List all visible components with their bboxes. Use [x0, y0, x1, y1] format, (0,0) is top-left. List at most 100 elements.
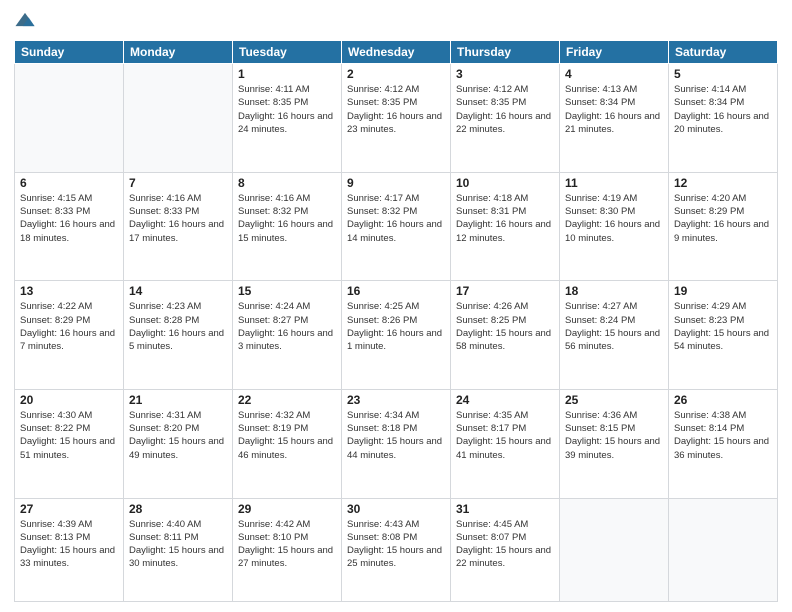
week-row-1: 1Sunrise: 4:11 AMSunset: 8:35 PMDaylight… [15, 64, 778, 173]
day-info: Sunrise: 4:16 AMSunset: 8:32 PMDaylight:… [238, 192, 336, 245]
calendar-cell: 3 Sunrise: 4:12 AMSunset: 8:35 PMDaylight… [451, 64, 560, 173]
day-info: Sunrise: 4:39 AMSunset: 8:13 PMDaylight:… [20, 518, 118, 571]
weekday-header-tuesday: Tuesday [233, 41, 342, 64]
calendar-cell [560, 498, 669, 602]
day-info: Sunrise: 4:23 AMSunset: 8:28 PMDaylight:… [129, 300, 227, 353]
day-info: Sunrise: 4:31 AMSunset: 8:20 PMDaylight:… [129, 409, 227, 462]
calendar-cell: 22 Sunrise: 4:32 AMSunset: 8:19 PMDayligh… [233, 389, 342, 498]
day-number: 4 [565, 67, 663, 81]
calendar-cell: 4 Sunrise: 4:13 AMSunset: 8:34 PMDaylight… [560, 64, 669, 173]
calendar-cell: 29 Sunrise: 4:42 AMSunset: 8:10 PMDayligh… [233, 498, 342, 602]
calendar-cell: 24 Sunrise: 4:35 AMSunset: 8:17 PMDayligh… [451, 389, 560, 498]
day-number: 5 [674, 67, 772, 81]
day-number: 23 [347, 393, 445, 407]
weekday-header-friday: Friday [560, 41, 669, 64]
day-number: 12 [674, 176, 772, 190]
logo [14, 10, 40, 32]
calendar-cell: 8 Sunrise: 4:16 AMSunset: 8:32 PMDaylight… [233, 172, 342, 281]
calendar-cell [669, 498, 778, 602]
day-number: 3 [456, 67, 554, 81]
calendar-cell: 5 Sunrise: 4:14 AMSunset: 8:34 PMDaylight… [669, 64, 778, 173]
day-info: Sunrise: 4:42 AMSunset: 8:10 PMDaylight:… [238, 518, 336, 571]
calendar-cell: 9Sunrise: 4:17 AMSunset: 8:32 PMDaylight… [342, 172, 451, 281]
page: SundayMondayTuesdayWednesdayThursdayFrid… [0, 0, 792, 612]
calendar-cell: 6 Sunrise: 4:15 AMSunset: 8:33 PMDaylight… [15, 172, 124, 281]
calendar-cell [15, 64, 124, 173]
day-number: 2 [347, 67, 445, 81]
calendar-cell: 11 Sunrise: 4:19 AMSunset: 8:30 PMDayligh… [560, 172, 669, 281]
calendar-cell: 25 Sunrise: 4:36 AMSunset: 8:15 PMDayligh… [560, 389, 669, 498]
day-number: 22 [238, 393, 336, 407]
day-info: Sunrise: 4:13 AMSunset: 8:34 PMDaylight:… [565, 83, 663, 136]
day-info: Sunrise: 4:43 AMSunset: 8:08 PMDaylight:… [347, 518, 445, 571]
calendar-cell: 17 Sunrise: 4:26 AMSunset: 8:25 PMDayligh… [451, 281, 560, 390]
weekday-header-monday: Monday [124, 41, 233, 64]
day-number: 29 [238, 502, 336, 516]
weekday-header-wednesday: Wednesday [342, 41, 451, 64]
day-info: Sunrise: 4:36 AMSunset: 8:15 PMDaylight:… [565, 409, 663, 462]
day-number: 30 [347, 502, 445, 516]
day-number: 20 [20, 393, 118, 407]
calendar-table: SundayMondayTuesdayWednesdayThursdayFrid… [14, 40, 778, 602]
calendar-cell: 14 Sunrise: 4:23 AMSunset: 8:28 PMDayligh… [124, 281, 233, 390]
day-info: Sunrise: 4:25 AMSunset: 8:26 PMDaylight:… [347, 300, 445, 353]
weekday-header-sunday: Sunday [15, 41, 124, 64]
day-info: Sunrise: 4:12 AMSunset: 8:35 PMDaylight:… [347, 83, 445, 136]
day-number: 17 [456, 284, 554, 298]
day-info: Sunrise: 4:26 AMSunset: 8:25 PMDaylight:… [456, 300, 554, 353]
day-info: Sunrise: 4:38 AMSunset: 8:14 PMDaylight:… [674, 409, 772, 462]
header [14, 10, 778, 32]
day-number: 15 [238, 284, 336, 298]
logo-icon [14, 10, 36, 32]
calendar-cell: 16 Sunrise: 4:25 AMSunset: 8:26 PMDayligh… [342, 281, 451, 390]
day-info: Sunrise: 4:12 AMSunset: 8:35 PMDaylight:… [456, 83, 554, 136]
calendar-cell: 15 Sunrise: 4:24 AMSunset: 8:27 PMDayligh… [233, 281, 342, 390]
day-info: Sunrise: 4:34 AMSunset: 8:18 PMDaylight:… [347, 409, 445, 462]
day-number: 31 [456, 502, 554, 516]
week-row-3: 13Sunrise: 4:22 AMSunset: 8:29 PMDayligh… [15, 281, 778, 390]
day-number: 6 [20, 176, 118, 190]
calendar-cell: 2 Sunrise: 4:12 AMSunset: 8:35 PMDaylight… [342, 64, 451, 173]
day-info: Sunrise: 4:20 AMSunset: 8:29 PMDaylight:… [674, 192, 772, 245]
day-number: 24 [456, 393, 554, 407]
day-info: Sunrise: 4:30 AMSunset: 8:22 PMDaylight:… [20, 409, 118, 462]
calendar-cell: 23 Sunrise: 4:34 AMSunset: 8:18 PMDayligh… [342, 389, 451, 498]
calendar-cell: 27 Sunrise: 4:39 AMSunset: 8:13 PMDayligh… [15, 498, 124, 602]
day-info: Sunrise: 4:40 AMSunset: 8:11 PMDaylight:… [129, 518, 227, 571]
calendar-cell: 20 Sunrise: 4:30 AMSunset: 8:22 PMDayligh… [15, 389, 124, 498]
day-number: 25 [565, 393, 663, 407]
day-info: Sunrise: 4:19 AMSunset: 8:30 PMDaylight:… [565, 192, 663, 245]
calendar-cell: 21 Sunrise: 4:31 AMSunset: 8:20 PMDayligh… [124, 389, 233, 498]
day-info: Sunrise: 4:15 AMSunset: 8:33 PMDaylight:… [20, 192, 118, 245]
day-number: 26 [674, 393, 772, 407]
day-number: 13 [20, 284, 118, 298]
weekday-header-saturday: Saturday [669, 41, 778, 64]
day-number: 10 [456, 176, 554, 190]
week-row-2: 6 Sunrise: 4:15 AMSunset: 8:33 PMDaylight… [15, 172, 778, 281]
day-number: 27 [20, 502, 118, 516]
week-row-4: 20 Sunrise: 4:30 AMSunset: 8:22 PMDayligh… [15, 389, 778, 498]
day-number: 19 [674, 284, 772, 298]
calendar-cell: 10 Sunrise: 4:18 AMSunset: 8:31 PMDayligh… [451, 172, 560, 281]
day-info: Sunrise: 4:18 AMSunset: 8:31 PMDaylight:… [456, 192, 554, 245]
day-number: 16 [347, 284, 445, 298]
calendar-cell: 13Sunrise: 4:22 AMSunset: 8:29 PMDayligh… [15, 281, 124, 390]
calendar-cell: 26 Sunrise: 4:38 AMSunset: 8:14 PMDayligh… [669, 389, 778, 498]
calendar-cell: 12 Sunrise: 4:20 AMSunset: 8:29 PMDayligh… [669, 172, 778, 281]
day-info: Sunrise: 4:45 AMSunset: 8:07 PMDaylight:… [456, 518, 554, 571]
day-number: 14 [129, 284, 227, 298]
day-info: Sunrise: 4:17 AMSunset: 8:32 PMDaylight:… [347, 192, 445, 245]
day-info: Sunrise: 4:27 AMSunset: 8:24 PMDaylight:… [565, 300, 663, 353]
calendar-cell: 31 Sunrise: 4:45 AMSunset: 8:07 PMDayligh… [451, 498, 560, 602]
day-number: 11 [565, 176, 663, 190]
week-row-5: 27 Sunrise: 4:39 AMSunset: 8:13 PMDayligh… [15, 498, 778, 602]
calendar-cell: 28Sunrise: 4:40 AMSunset: 8:11 PMDayligh… [124, 498, 233, 602]
day-number: 18 [565, 284, 663, 298]
day-number: 21 [129, 393, 227, 407]
day-info: Sunrise: 4:32 AMSunset: 8:19 PMDaylight:… [238, 409, 336, 462]
day-info: Sunrise: 4:24 AMSunset: 8:27 PMDaylight:… [238, 300, 336, 353]
calendar-cell: 18 Sunrise: 4:27 AMSunset: 8:24 PMDayligh… [560, 281, 669, 390]
day-number: 8 [238, 176, 336, 190]
day-info: Sunrise: 4:14 AMSunset: 8:34 PMDaylight:… [674, 83, 772, 136]
day-info: Sunrise: 4:35 AMSunset: 8:17 PMDaylight:… [456, 409, 554, 462]
